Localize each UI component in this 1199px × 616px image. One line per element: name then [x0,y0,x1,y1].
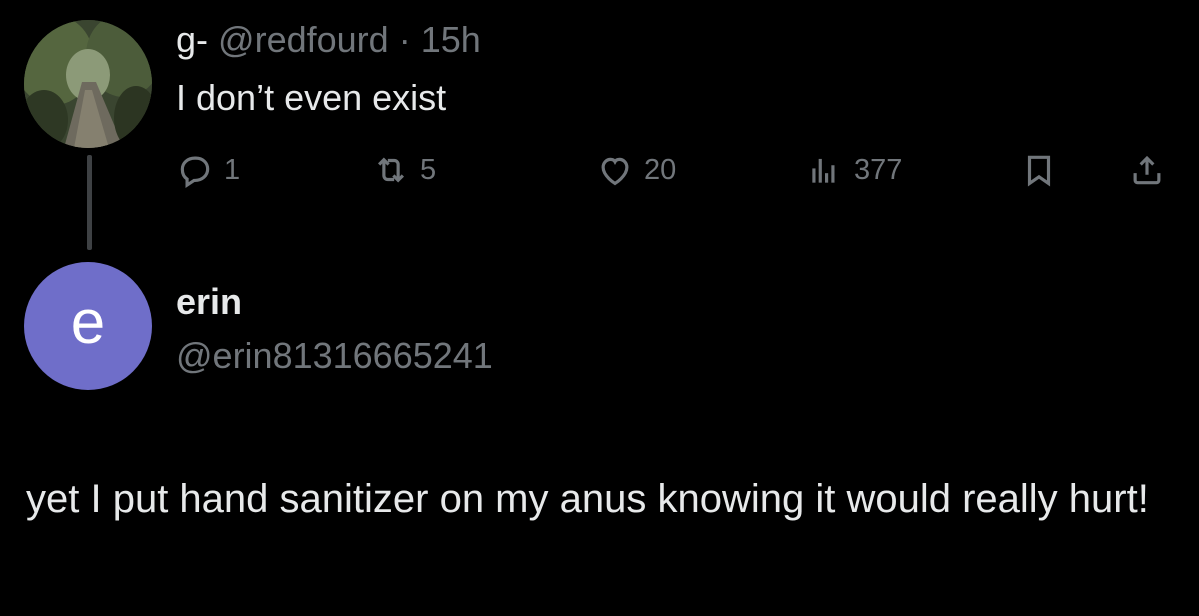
share-icon [1133,155,1161,185]
like-button[interactable]: 20 [596,146,676,194]
retweet-button[interactable]: 5 [372,146,436,194]
like-icon [601,157,629,186]
views-button[interactable]: 377 [806,146,902,194]
view-count: 377 [854,153,903,186]
views-icon [812,158,835,183]
reply-button[interactable]: 1 [176,146,240,194]
tweet-thread: g- @redfourd · 15h I don’t even exist 1 … [0,0,1199,616]
parent-tweet-text: I don’t even exist [176,77,447,118]
reply-tweet-text: yet I put hand sanitizer on my anus know… [26,477,1149,521]
thread-connector-line [87,155,92,250]
bookmark-icon [1027,155,1051,187]
avatar-letter: e [70,288,106,357]
meta-separator: · [398,19,411,60]
bookmark-button[interactable] [1020,146,1058,194]
parent-avatar[interactable] [24,20,152,148]
parent-timestamp[interactable]: 15h [421,19,481,60]
reply-icon [180,156,210,188]
share-button[interactable] [1128,146,1166,194]
reply-count: 1 [224,153,241,186]
forest-path-photo [24,20,152,148]
retweet-icon [378,157,404,183]
parent-display-name[interactable]: g- [176,19,208,60]
parent-action-bar: 1 5 20 377 [176,146,1171,194]
parent-handle[interactable]: @redfourd [218,19,389,60]
reply-display-name[interactable]: erin [176,280,242,324]
like-count: 20 [644,153,677,186]
reply-handle[interactable]: @erin81316665241 [176,334,493,378]
retweet-count: 5 [420,153,437,186]
parent-tweet-header: g- @redfourd · 15h [176,18,481,62]
reply-avatar[interactable]: e [24,262,152,390]
